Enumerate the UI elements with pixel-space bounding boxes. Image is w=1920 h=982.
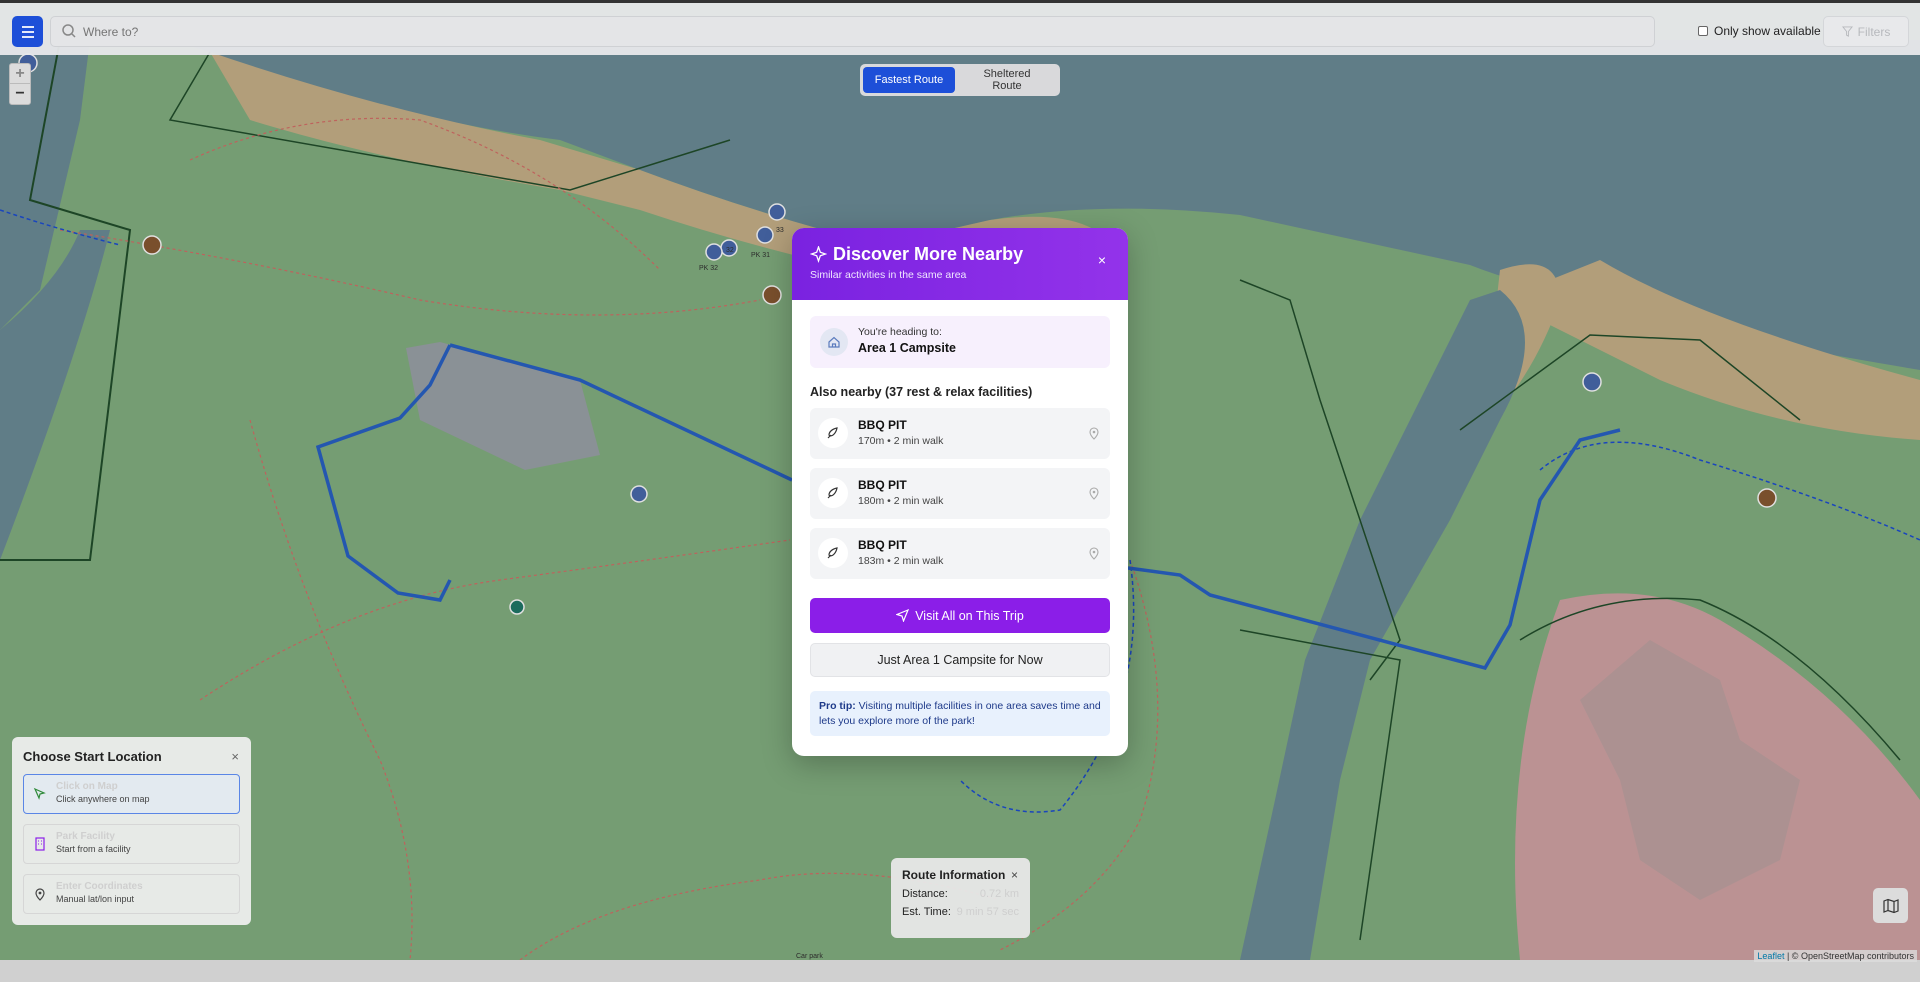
- map-layers-button[interactable]: [1873, 888, 1908, 923]
- modal-header: Discover More Nearby Similar activities …: [792, 228, 1128, 300]
- visit-all-label: Visit All on This Trip: [915, 608, 1024, 623]
- bbq-icon: [818, 418, 848, 448]
- start-option-subtitle: Start from a facility: [56, 844, 131, 854]
- facility-name: BBQ PIT: [858, 418, 907, 432]
- filters-label: Filters: [1857, 24, 1891, 39]
- filter-icon: [1841, 26, 1853, 37]
- bbq-icon: [818, 538, 848, 568]
- facility-name: BBQ PIT: [858, 538, 907, 552]
- destination-card: You're heading to: Area 1 Campsite: [810, 316, 1110, 368]
- nearby-facility-item[interactable]: BBQ PIT 180m • 2 min walk: [810, 468, 1110, 519]
- route-info-close-button[interactable]: ×: [1011, 868, 1018, 882]
- menu-button[interactable]: [12, 16, 43, 47]
- sheltered-route-button[interactable]: Sheltered Route: [959, 67, 1055, 93]
- search-bar[interactable]: [50, 16, 1655, 47]
- hamburger-menu-icon: [21, 25, 34, 38]
- only-available-label: Only show available: [1714, 24, 1821, 38]
- location-pin-icon[interactable]: [1088, 426, 1100, 440]
- facility-distance: 170m • 2 min walk: [858, 435, 944, 447]
- start-panel-close-button[interactable]: ×: [231, 749, 239, 764]
- sparkle-icon: [810, 246, 827, 263]
- search-icon: [62, 24, 76, 38]
- bottom-strip: [0, 960, 1920, 982]
- only-available-checkbox[interactable]: [1698, 26, 1708, 36]
- leaflet-link[interactable]: Leaflet: [1757, 951, 1784, 961]
- location-pin-icon: [35, 888, 45, 901]
- nearby-facility-item[interactable]: BBQ PIT 170m • 2 min walk: [810, 408, 1110, 459]
- location-pin-icon[interactable]: [1088, 486, 1100, 500]
- zoom-in-button[interactable]: +: [10, 64, 30, 84]
- route-info-title: Route Information: [902, 868, 1006, 882]
- nearby-facility-item[interactable]: BBQ PIT 183m • 2 min walk: [810, 528, 1110, 579]
- modal-close-button[interactable]: ×: [1098, 252, 1106, 268]
- start-option-subtitle: Manual lat/lon input: [56, 894, 135, 904]
- start-option-title: Enter Coordinates: [56, 881, 143, 892]
- start-option-coordinates[interactable]: Enter Coordinates Manual lat/lon input: [23, 874, 240, 914]
- destination-name: Area 1 Campsite: [858, 341, 956, 355]
- home-icon: [820, 328, 848, 356]
- just-destination-button[interactable]: Just Area 1 Campsite for Now: [810, 643, 1110, 677]
- filters-button[interactable]: Filters: [1823, 16, 1909, 47]
- route-type-toggle: Fastest Route Sheltered Route: [860, 64, 1060, 96]
- facility-name: BBQ PIT: [858, 478, 907, 492]
- navigation-icon: [896, 609, 910, 622]
- bbq-icon: [818, 478, 848, 508]
- start-option-subtitle: Click anywhere on map: [56, 794, 150, 804]
- zoom-out-button[interactable]: −: [10, 84, 30, 104]
- building-icon: [35, 837, 45, 851]
- nearby-title: Also nearby (37 rest & relax facilities): [810, 385, 1033, 399]
- pro-tip: Pro tip: Visiting multiple facilities in…: [810, 691, 1110, 736]
- facility-distance: 180m • 2 min walk: [858, 495, 944, 507]
- facility-distance: 183m • 2 min walk: [858, 555, 944, 567]
- modal-subtitle: Similar activities in the same area: [810, 269, 967, 281]
- start-location-panel: Choose Start Location × Click on Map Cli…: [12, 737, 251, 925]
- modal-title: Discover More Nearby: [833, 244, 1024, 264]
- time-label: Est. Time:: [902, 906, 951, 918]
- pro-tip-text: Visiting multiple facilities in one area…: [819, 700, 1101, 727]
- fastest-route-button[interactable]: Fastest Route: [863, 67, 955, 93]
- zoom-control: + −: [9, 63, 31, 105]
- start-option-title: Park Facility: [56, 831, 115, 842]
- distance-row: Distance: 0.72 km: [902, 888, 1019, 900]
- route-info-panel: Route Information × Distance: 0.72 km Es…: [891, 858, 1030, 938]
- visit-all-button[interactable]: Visit All on This Trip: [810, 598, 1110, 633]
- pro-tip-label: Pro tip:: [819, 700, 856, 712]
- start-panel-title: Choose Start Location: [23, 749, 162, 764]
- osm-attribution[interactable]: | © OpenStreetMap contributors: [1787, 951, 1914, 961]
- location-pin-icon[interactable]: [1088, 546, 1100, 560]
- top-bar: Only show available Filters: [0, 0, 1920, 55]
- search-input[interactable]: [83, 17, 1643, 46]
- distance-value: 0.72 km: [979, 888, 1019, 900]
- heading-label: You're heading to:: [858, 326, 942, 338]
- cursor-icon: [33, 787, 46, 800]
- map-icon: [1882, 898, 1899, 913]
- only-available-toggle[interactable]: Only show available: [1698, 24, 1821, 38]
- map-attribution: Leaflet | © OpenStreetMap contributors: [1754, 950, 1917, 962]
- start-option-title: Click on Map: [56, 781, 118, 792]
- time-value: 9 min 57 sec: [956, 906, 1019, 918]
- start-option-map[interactable]: Click on Map Click anywhere on map: [23, 774, 240, 814]
- distance-label: Distance:: [902, 888, 948, 900]
- time-row: Est. Time: 9 min 57 sec: [902, 906, 1019, 918]
- discover-nearby-modal: Discover More Nearby Similar activities …: [792, 228, 1128, 756]
- start-option-facility[interactable]: Park Facility Start from a facility: [23, 824, 240, 864]
- app-root: PK 32 PK 31 32 33 Car park Only show ava…: [0, 0, 1920, 982]
- modal-title-row: Discover More Nearby: [810, 244, 1110, 265]
